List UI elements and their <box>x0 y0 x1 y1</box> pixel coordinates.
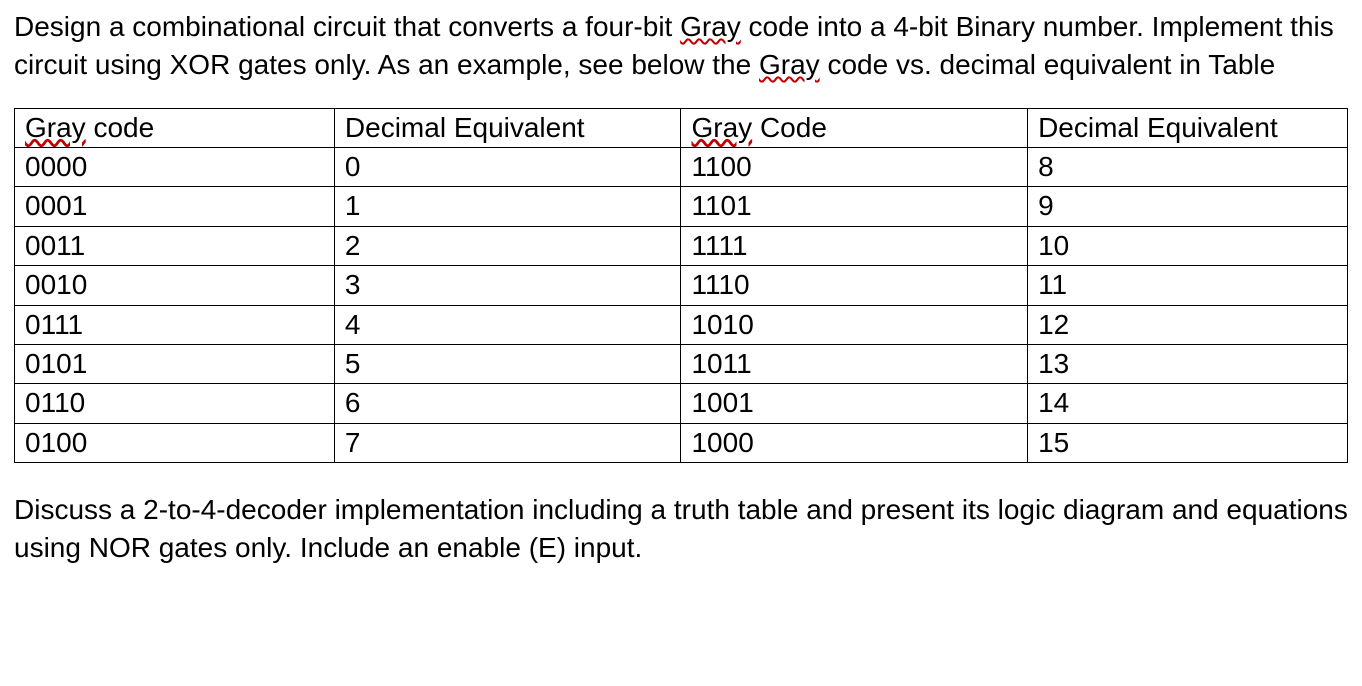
cell-dec-1: 1 <box>334 187 681 226</box>
header-gray-2: Gray <box>691 112 752 143</box>
cell-dec-1: 4 <box>334 305 681 344</box>
cell-dec-1: 3 <box>334 266 681 305</box>
cell-gray-1: 0011 <box>15 226 335 265</box>
table-row: 0001 1 1101 9 <box>15 187 1348 226</box>
cell-gray-2: 1000 <box>681 423 1028 462</box>
cell-gray-2: 1101 <box>681 187 1028 226</box>
cell-dec-2: 14 <box>1028 384 1348 423</box>
cell-dec-1: 6 <box>334 384 681 423</box>
cell-gray-1: 0101 <box>15 344 335 383</box>
intro-seg3: code vs. decimal equivalent in Table <box>820 49 1276 80</box>
table-row: 0101 5 1011 13 <box>15 344 1348 383</box>
cell-gray-2: 1110 <box>681 266 1028 305</box>
intro-seg1: Design a combinational circuit that conv… <box>14 11 680 42</box>
cell-gray-1: 0100 <box>15 423 335 462</box>
cell-dec-2: 10 <box>1028 226 1348 265</box>
table-row: 0011 2 1111 10 <box>15 226 1348 265</box>
cell-gray-1: 0000 <box>15 147 335 186</box>
cell-dec-1: 0 <box>334 147 681 186</box>
header-gray-1: Gray <box>25 112 86 143</box>
outro-paragraph: Discuss a 2-to-4-decoder implementation … <box>14 491 1348 567</box>
cell-dec-1: 5 <box>334 344 681 383</box>
cell-dec-2: 9 <box>1028 187 1348 226</box>
table-row: 0000 0 1100 8 <box>15 147 1348 186</box>
header-gray-code-2: Gray Code <box>681 108 1028 147</box>
cell-gray-2: 1100 <box>681 147 1028 186</box>
cell-dec-2: 15 <box>1028 423 1348 462</box>
cell-gray-2: 1001 <box>681 384 1028 423</box>
intro-paragraph: Design a combinational circuit that conv… <box>14 8 1348 84</box>
header-decimal-2: Decimal Equivalent <box>1028 108 1348 147</box>
table-header-row: Gray code Decimal Equivalent Gray Code D… <box>15 108 1348 147</box>
header-code-2: Code <box>752 112 827 143</box>
cell-gray-2: 1010 <box>681 305 1028 344</box>
cell-dec-2: 13 <box>1028 344 1348 383</box>
cell-dec-2: 8 <box>1028 147 1348 186</box>
table-row: 0100 7 1000 15 <box>15 423 1348 462</box>
cell-gray-1: 0110 <box>15 384 335 423</box>
table-row: 0010 3 1110 11 <box>15 266 1348 305</box>
gray-code-table: Gray code Decimal Equivalent Gray Code D… <box>14 108 1348 464</box>
cell-dec-2: 12 <box>1028 305 1348 344</box>
header-code-1: code <box>86 112 155 143</box>
cell-gray-2: 1011 <box>681 344 1028 383</box>
cell-gray-2: 1111 <box>681 226 1028 265</box>
cell-dec-1: 7 <box>334 423 681 462</box>
cell-dec-2: 11 <box>1028 266 1348 305</box>
header-gray-code-1: Gray code <box>15 108 335 147</box>
cell-dec-1: 2 <box>334 226 681 265</box>
gray-word-1: Gray <box>680 11 741 42</box>
gray-word-2: Gray <box>759 49 820 80</box>
header-decimal-1: Decimal Equivalent <box>334 108 681 147</box>
table-row: 0110 6 1001 14 <box>15 384 1348 423</box>
cell-gray-1: 0001 <box>15 187 335 226</box>
table-row: 0111 4 1010 12 <box>15 305 1348 344</box>
cell-gray-1: 0111 <box>15 305 335 344</box>
cell-gray-1: 0010 <box>15 266 335 305</box>
